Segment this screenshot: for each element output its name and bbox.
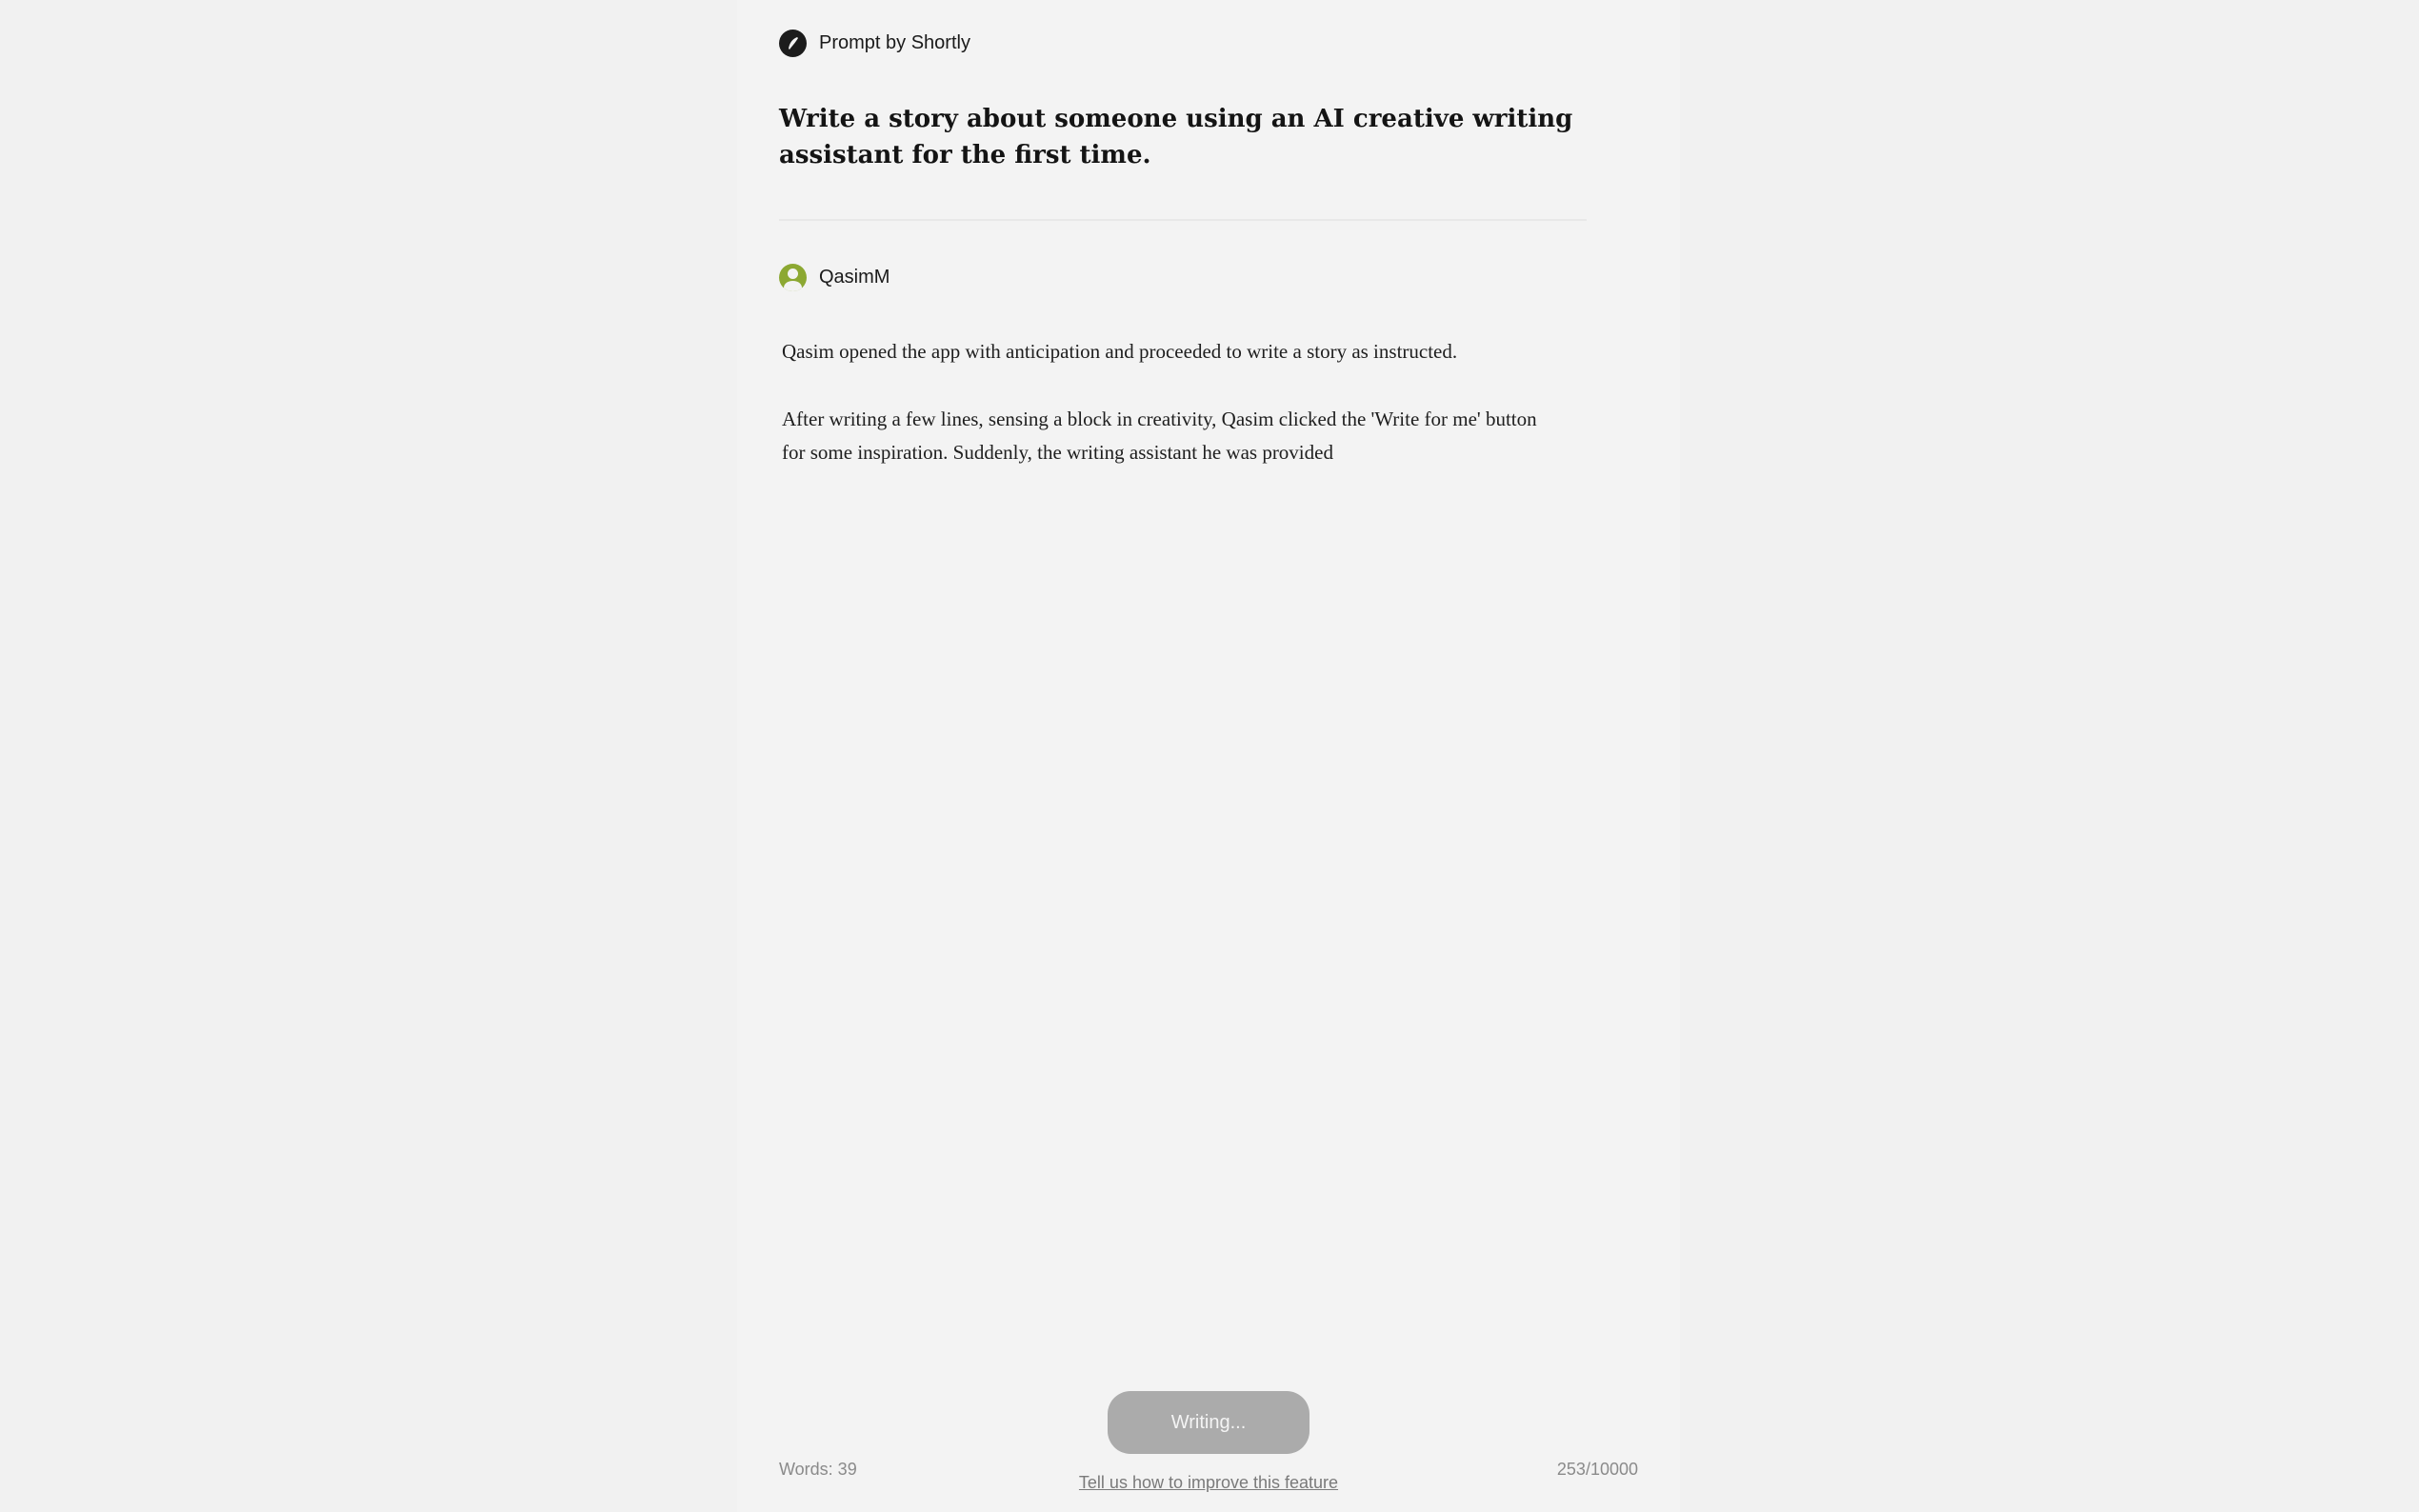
divider bbox=[779, 219, 1587, 221]
author-name: QasimM bbox=[819, 266, 890, 288]
feedback-link[interactable]: Tell us how to improve this feature bbox=[1078, 1473, 1339, 1493]
story-editor[interactable]: Qasim opened the app with anticipation a… bbox=[782, 335, 1563, 504]
word-count: Words: 39 bbox=[779, 1460, 857, 1479]
story-paragraph[interactable]: Qasim opened the app with anticipation a… bbox=[782, 335, 1563, 368]
author-info: QasimM bbox=[779, 263, 890, 291]
editor-panel bbox=[737, 0, 1680, 1512]
prompt-title: Write a story about someone using an AI … bbox=[779, 105, 1573, 169]
quill-icon bbox=[779, 29, 807, 57]
write-for-me-button[interactable]: Writing... bbox=[1108, 1391, 1309, 1454]
prompt-header: Prompt by Shortly bbox=[779, 29, 970, 57]
user-avatar-icon bbox=[779, 263, 807, 291]
character-count: 253/10000 bbox=[1556, 1460, 1638, 1479]
story-paragraph[interactable]: After writing a few lines, sensing a blo… bbox=[782, 403, 1563, 469]
prompt-source-label: Prompt by Shortly bbox=[819, 31, 970, 53]
